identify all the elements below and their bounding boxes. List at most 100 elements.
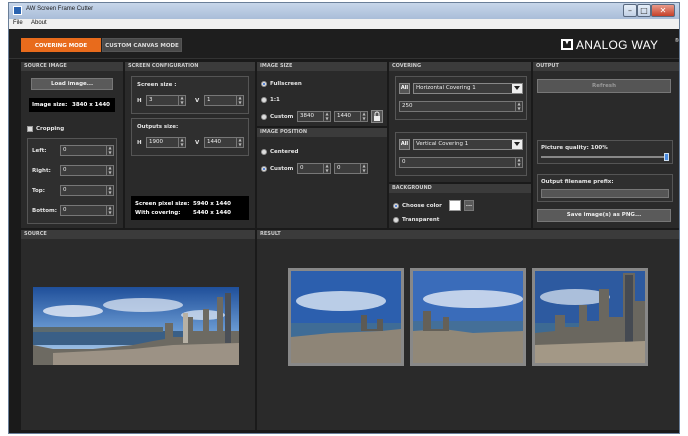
screen-v-label: V [195, 98, 200, 104]
stepper-arrows-icon[interactable]: ▲ ▼ [106, 145, 113, 155]
custom-width-stepper[interactable]: 3840 ▲ ▼ [297, 111, 331, 122]
lock-aspect-button[interactable] [371, 110, 383, 123]
stepper-arrows-icon[interactable]: ▲ ▼ [236, 137, 243, 147]
stepper-arrows-icon[interactable]: ▲ ▼ [178, 137, 185, 147]
custom-size-radio[interactable] [261, 114, 267, 120]
output-panel: OUTPUT Refresh Picture quality: 100% Out… [533, 62, 679, 228]
color-picker-button[interactable]: ... [464, 200, 474, 211]
analog-way-logo: ANALOG WAY ® [561, 38, 679, 52]
screen-h-stepper[interactable]: 3 ▲ ▼ [146, 95, 186, 106]
vertical-covering-select[interactable]: Vertical Covering 1 [413, 139, 523, 150]
vertical-covering-stepper[interactable]: 0 ▲ ▼ [399, 157, 523, 168]
custom-height-value: 1440 [337, 113, 351, 119]
outputs-v-value: 1440 [207, 139, 221, 145]
refresh-button[interactable]: Refresh [537, 79, 671, 93]
load-image-button[interactable]: Load image... [31, 78, 113, 90]
outputs-size-group: Outputs size: H 1900 ▲ ▼ V 1440 ▲ ▼ [131, 118, 249, 156]
crop-left-label: Left: [32, 148, 47, 154]
close-button[interactable]: ✕ [651, 4, 675, 17]
picture-quality-label: Picture quality: 100% [541, 145, 608, 151]
filename-prefix-group: Output filename prefix: [537, 174, 673, 202]
stepper-arrows-icon[interactable]: ▲ ▼ [236, 95, 243, 105]
result-output-3 [532, 268, 648, 366]
quality-slider-thumb[interactable] [664, 153, 669, 161]
horizontal-covering-stepper[interactable]: 250 ▲ ▼ [399, 101, 523, 112]
crop-right-label: Right: [32, 168, 51, 174]
vertical-covering-selected: Vertical Covering 1 [416, 141, 469, 147]
crop-top-stepper[interactable]: 0 ▲ ▼ [60, 185, 114, 196]
outputs-v-stepper[interactable]: 1440 ▲ ▼ [204, 137, 244, 148]
stepper-arrows-icon[interactable]: ▲ ▼ [106, 165, 113, 175]
screen-h-label: H [137, 98, 142, 104]
stepper-arrows-icon[interactable]: ▲ ▼ [515, 101, 522, 111]
tab-covering-mode[interactable]: COVERING MODE [21, 38, 101, 52]
horizontal-covering-select[interactable]: Horizontal Covering 1 [413, 83, 523, 94]
save-png-button[interactable]: Save image(s) as PNG... [537, 209, 671, 222]
filename-prefix-label: Output filename prefix: [541, 179, 614, 185]
stepper-arrows-icon[interactable]: ▲ ▼ [360, 163, 367, 173]
with-covering-label: With covering: [135, 210, 181, 216]
crop-left-stepper[interactable]: 0 ▲ ▼ [60, 145, 114, 156]
image-size-box: Image size: 3840 x 1440 [29, 98, 115, 112]
minimize-button[interactable]: – [623, 4, 637, 17]
screen-v-stepper[interactable]: 1 ▲ ▼ [204, 95, 244, 106]
outputs-h-stepper[interactable]: 1900 ▲ ▼ [146, 137, 186, 148]
centered-label: Centered [270, 149, 299, 155]
output-header: OUTPUT [533, 62, 679, 71]
outputs-h-label: H [137, 140, 142, 146]
crop-right-stepper[interactable]: 0 ▲ ▼ [60, 165, 114, 176]
image-size-header: IMAGE SIZE [257, 62, 387, 71]
horizontal-covering-group: All Horizontal Covering 1 250 ▲ ▼ [395, 76, 527, 120]
chevron-down-icon[interactable] [512, 140, 522, 149]
stepper-arrows-icon[interactable]: ▲ ▼ [178, 95, 185, 105]
custom-position-radio[interactable] [261, 166, 267, 172]
filename-prefix-input[interactable] [541, 189, 669, 198]
horizontal-all-button[interactable]: All [399, 83, 410, 94]
choose-color-radio[interactable] [393, 203, 399, 209]
title-bar[interactable]: AW Screen Frame Cutter – □ ✕ [9, 3, 679, 19]
menu-about[interactable]: About [31, 20, 47, 26]
custom-height-stepper[interactable]: 1440 ▲ ▼ [334, 111, 368, 122]
stepper-arrows-icon[interactable]: ▲ ▼ [323, 111, 330, 121]
with-covering-value: 5440 x 1440 [193, 210, 231, 216]
image-size-panel: IMAGE SIZE Fullscreen 1:1 Custom 3840 ▲ ▼ … [257, 62, 387, 126]
fullscreen-radio[interactable] [261, 81, 267, 87]
outputs-h-value: 1900 [149, 139, 163, 145]
screen-h-value: 3 [149, 97, 153, 103]
chevron-down-icon[interactable] [512, 84, 522, 93]
cropping-checkbox[interactable] [27, 126, 33, 132]
screen-configuration-header: SCREEN CONFIGURATION [125, 62, 255, 71]
vertical-all-button[interactable]: All [399, 139, 410, 150]
source-image-header: SOURCE IMAGE [21, 62, 123, 71]
tab-custom-canvas-mode[interactable]: CUSTOM CANVAS MODE [102, 38, 182, 52]
crop-top-label: Top: [32, 188, 45, 194]
fullscreen-label: Fullscreen [270, 81, 302, 87]
crop-bottom-stepper[interactable]: 0 ▲ ▼ [60, 205, 114, 216]
color-swatch[interactable] [449, 200, 461, 211]
source-header: SOURCE [21, 230, 255, 239]
stepper-arrows-icon[interactable]: ▲ ▼ [360, 111, 367, 121]
quality-slider-track[interactable] [541, 156, 669, 158]
one-to-one-label: 1:1 [270, 97, 280, 103]
crop-left-value: 0 [63, 147, 67, 153]
menu-file[interactable]: File [13, 20, 23, 26]
stepper-arrows-icon[interactable]: ▲ ▼ [515, 157, 522, 167]
stepper-arrows-icon[interactable]: ▲ ▼ [106, 185, 113, 195]
result-output-1 [288, 268, 404, 366]
stepper-arrows-icon[interactable]: ▲ ▼ [323, 163, 330, 173]
stepper-arrows-icon[interactable]: ▲ ▼ [106, 205, 113, 215]
maximize-button[interactable]: □ [637, 4, 651, 17]
position-x-value: 0 [300, 165, 304, 171]
position-x-stepper[interactable]: 0 ▲ ▼ [297, 163, 331, 174]
cropping-label: Cropping [36, 126, 65, 132]
image-position-header: IMAGE POSITION [257, 128, 387, 137]
one-to-one-radio[interactable] [261, 97, 267, 103]
screen-pixel-size-box: Screen pixel size: 5940 x 1440 With cove… [131, 196, 249, 220]
logo-mark-icon [561, 39, 573, 50]
output-3-image [535, 271, 645, 363]
transparent-radio[interactable] [393, 217, 399, 223]
mode-bar: COVERING MODE CUSTOM CANVAS MODE ANALOG … [9, 29, 679, 59]
background-header: BACKGROUND [389, 184, 531, 193]
centered-radio[interactable] [261, 149, 267, 155]
position-y-stepper[interactable]: 0 ▲ ▼ [334, 163, 368, 174]
